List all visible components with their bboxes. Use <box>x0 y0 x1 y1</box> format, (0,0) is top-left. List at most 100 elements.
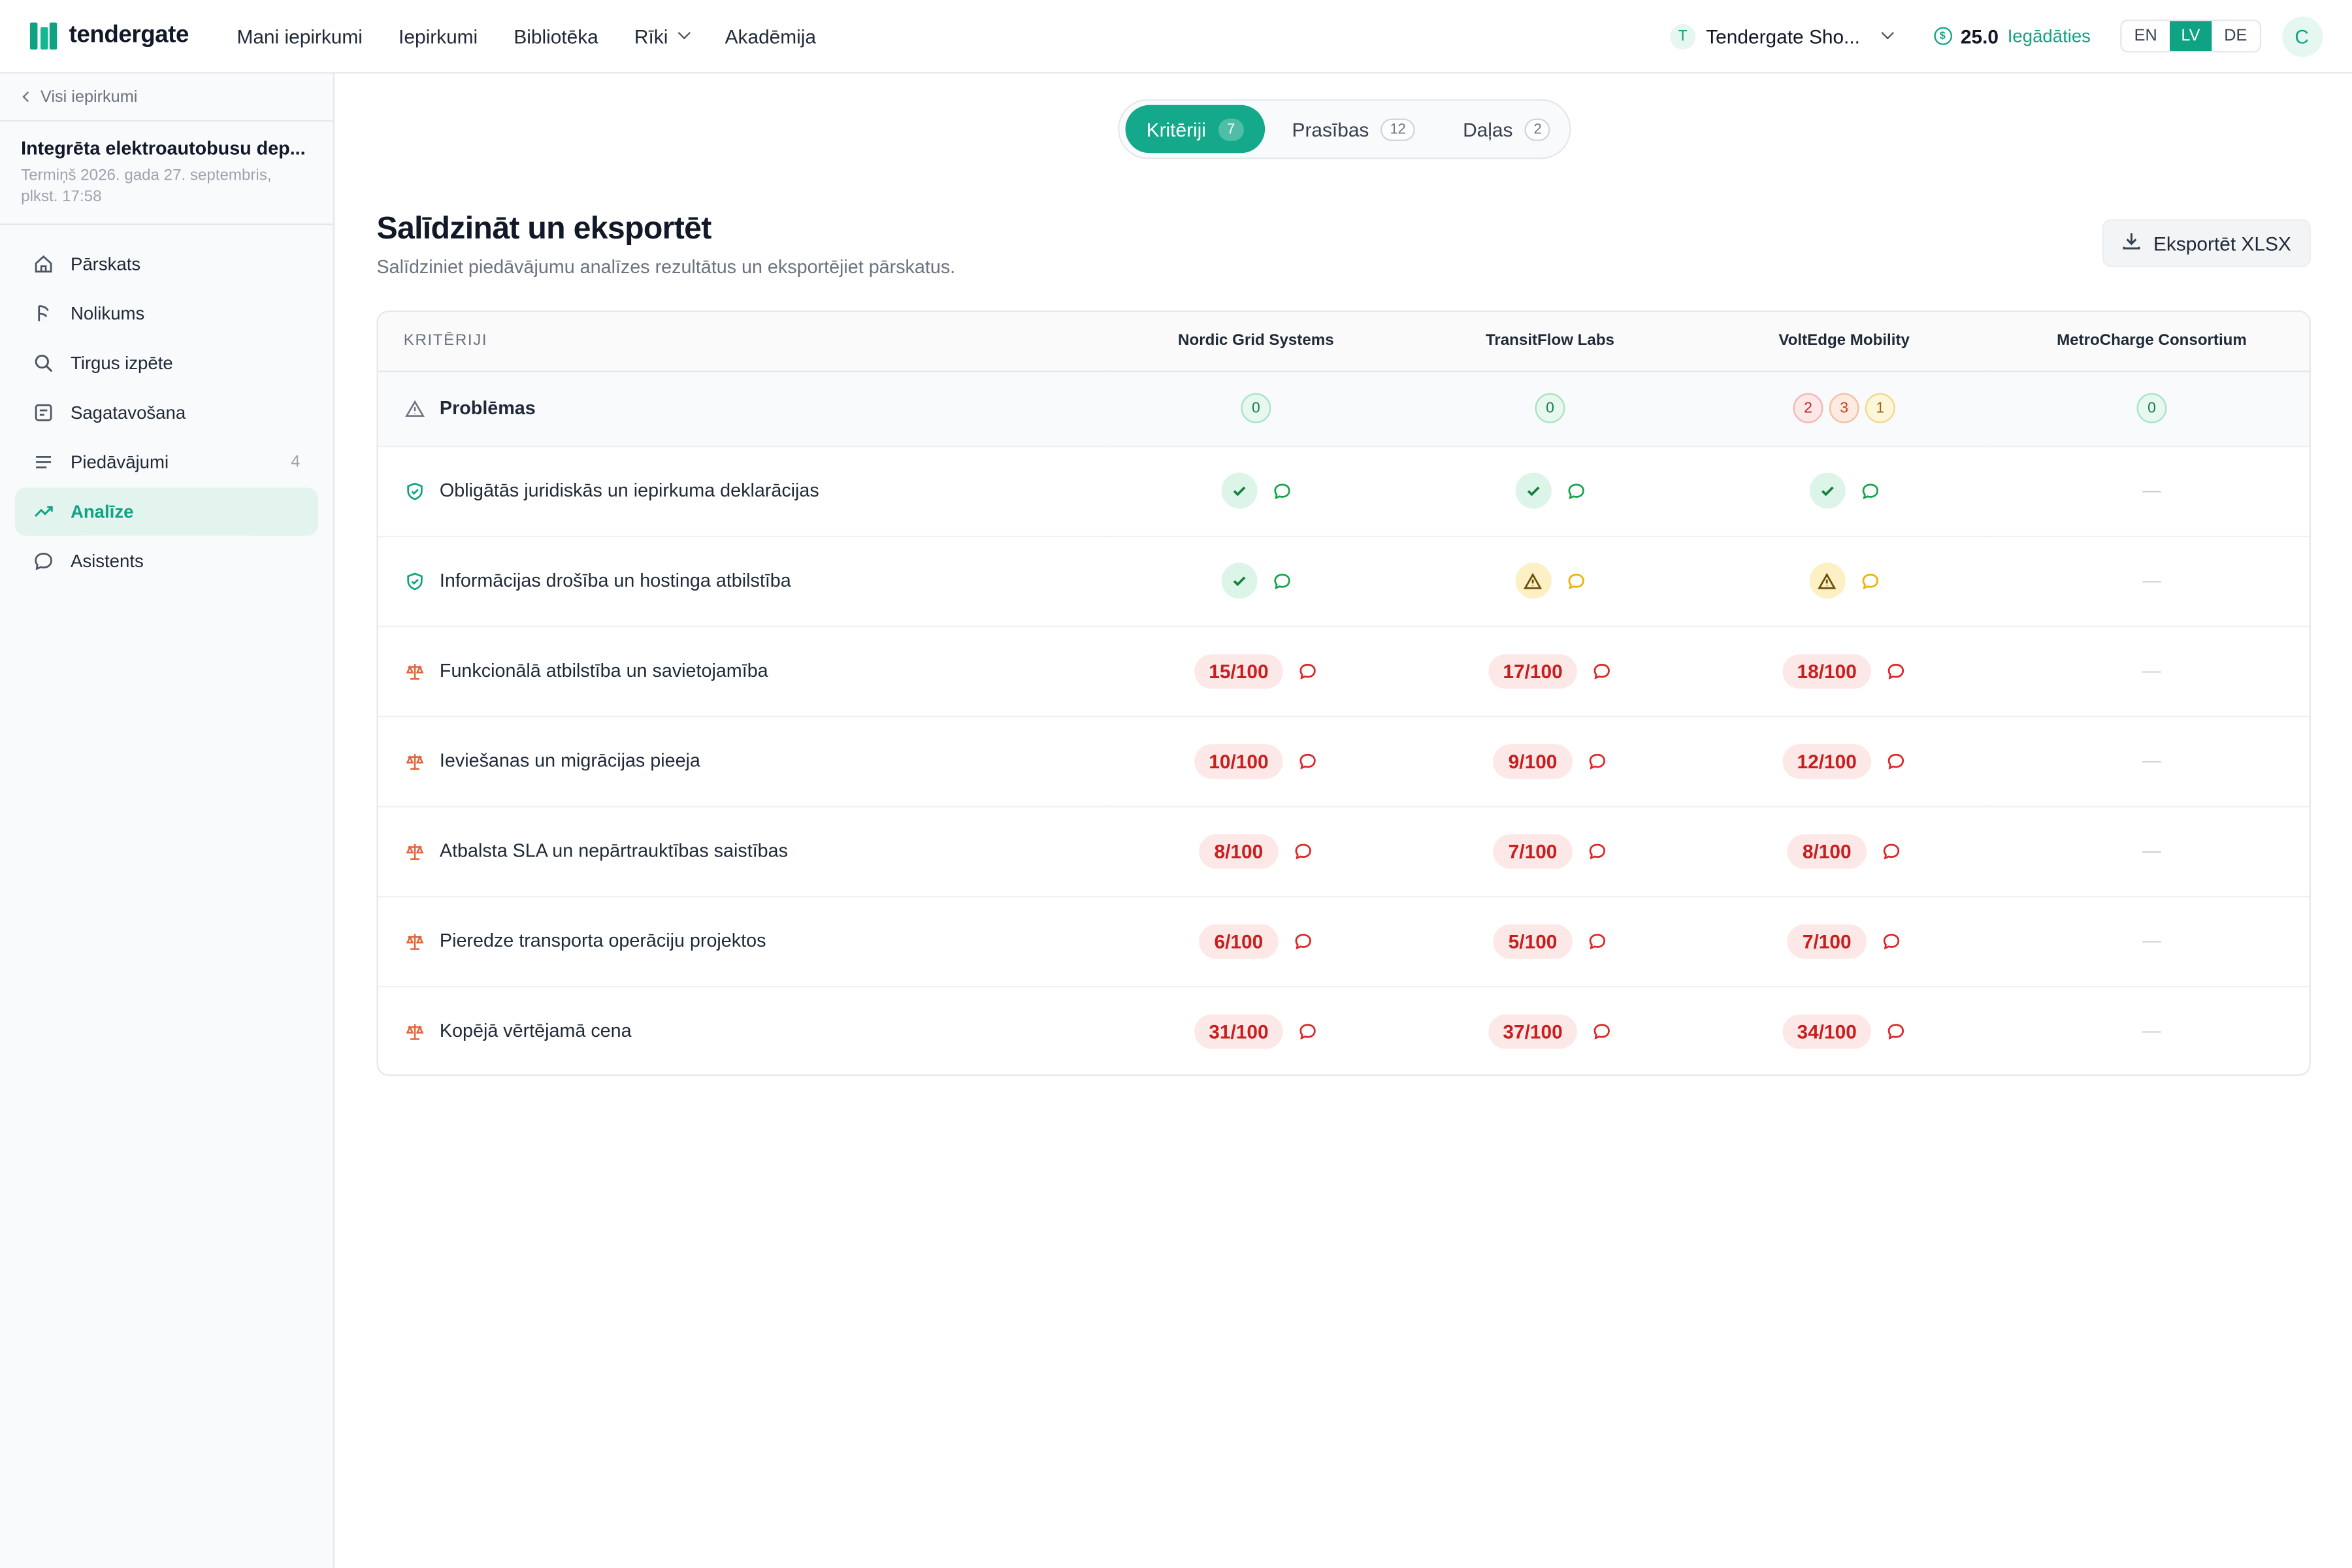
comment-icon[interactable] <box>1566 571 1586 591</box>
tab-criteria[interactable]: Kritēriji 7 <box>1125 105 1266 154</box>
org-switcher[interactable]: T Tendergate Sho... <box>1670 23 1894 49</box>
comment-icon[interactable] <box>1593 661 1612 681</box>
lang-en[interactable]: EN <box>2122 21 2169 51</box>
table-row: Obligātās juridiskās un iepirkuma deklar… <box>378 446 2310 537</box>
nav-item-academy[interactable]: Akadēmija <box>725 25 816 47</box>
comment-icon[interactable] <box>1299 661 1318 681</box>
comment-icon[interactable] <box>1860 481 1880 500</box>
empty-value: — <box>2142 660 2161 681</box>
score-cell: 8/100 <box>1109 806 1403 897</box>
comment-icon[interactable] <box>1887 661 1906 681</box>
check-icon <box>1808 472 1845 509</box>
nav-item-tools[interactable]: Rīki <box>634 24 691 48</box>
back-link[interactable]: Visi iepirkumi <box>0 74 333 122</box>
issue-count-badge[interactable]: 0 <box>2136 393 2167 423</box>
sidebar-item-label: Nolikums <box>70 302 145 325</box>
score-cell <box>1697 535 1991 627</box>
sidebar-item-market-research[interactable]: Tirgus izpēte <box>15 339 318 387</box>
chat-icon <box>33 551 54 572</box>
score-cell: 5/100 <box>1403 896 1697 987</box>
nav-item-tenders[interactable]: Iepirkumi <box>399 25 478 47</box>
lang-lv[interactable]: LV <box>2169 21 2212 52</box>
empty-value: — <box>2142 930 2161 952</box>
comment-icon[interactable] <box>1882 841 1901 860</box>
issue-count-badge[interactable]: 0 <box>1241 393 1271 423</box>
cell-content: 17/100 <box>1488 653 1612 689</box>
comment-icon[interactable] <box>1587 931 1607 951</box>
score-cell: 37/100 <box>1403 986 1697 1075</box>
sidebar-item-label: Pārskats <box>70 253 141 275</box>
comment-icon[interactable] <box>1860 571 1880 591</box>
tab-label: Prasības <box>1292 118 1369 140</box>
comment-icon[interactable] <box>1566 481 1586 500</box>
issue-count-badge[interactable]: 3 <box>1829 393 1859 423</box>
org-name: Tendergate Sho... <box>1706 24 1860 48</box>
brand-logo[interactable]: tendergate <box>29 22 189 50</box>
tab-count: 2 <box>1524 118 1551 140</box>
tab-label: Daļas <box>1463 118 1513 140</box>
cell-content: 8/100 <box>1787 833 1901 868</box>
comment-icon[interactable] <box>1593 1021 1612 1041</box>
cell-content <box>1514 563 1586 599</box>
comment-icon[interactable] <box>1299 751 1318 770</box>
sidebar-item-label: Tirgus izpēte <box>70 352 173 374</box>
comment-icon[interactable] <box>1293 931 1313 951</box>
export-xlsx-button[interactable]: Eksportēt XLSX <box>2102 219 2311 267</box>
comment-icon[interactable] <box>1271 571 1291 591</box>
lang-de[interactable]: DE <box>2212 21 2259 51</box>
criterion-label: Ieviešanas un migrācijas pieeja <box>439 750 700 772</box>
cell-content: 9/100 <box>1493 743 1607 778</box>
page-title: Salīdzināt un eksportēt <box>376 211 711 246</box>
criterion-name: Problēmas <box>405 398 1109 419</box>
table-row: Pieredze transporta operāciju projektos 6… <box>378 896 2310 987</box>
tab-requirements[interactable]: Prasības 12 <box>1271 105 1435 153</box>
score-badge: 9/100 <box>1493 743 1573 778</box>
comment-icon[interactable] <box>1587 751 1607 770</box>
comment-icon[interactable] <box>1271 481 1291 500</box>
score-cell <box>1109 446 1403 537</box>
sidebar-item-offers[interactable]: Piedāvājumi 4 <box>15 438 318 486</box>
comment-icon[interactable] <box>1299 1021 1318 1041</box>
issue-count-badge[interactable]: 0 <box>1535 393 1565 423</box>
criterion-name: Pieredze transporta operāciju projektos <box>405 930 1109 951</box>
issue-count-badge[interactable]: 2 <box>1793 393 1823 423</box>
issue-count-badge[interactable]: 1 <box>1865 393 1895 423</box>
cell-content: 31/100 <box>1194 1013 1318 1049</box>
comment-icon[interactable] <box>1587 841 1607 860</box>
download-icon <box>2122 231 2142 255</box>
cell-content: 15/100 <box>1194 653 1318 689</box>
nav-item-tools-label: Rīki <box>634 24 668 48</box>
comment-icon[interactable] <box>1293 841 1313 860</box>
nav-item-my-tenders[interactable]: Mani iepirkumi <box>237 25 362 47</box>
sidebar-item-preparation[interactable]: Sagatavošana <box>15 389 318 436</box>
vendor-column-header: TransitFlow Labs <box>1403 312 1697 372</box>
score-badge: 8/100 <box>1199 833 1279 868</box>
search-icon <box>33 353 54 374</box>
comment-icon[interactable] <box>1882 931 1901 951</box>
score-cell: 15/100 <box>1109 625 1403 717</box>
sidebar-item-assistant[interactable]: Asistents <box>15 537 318 585</box>
cell-content <box>1220 472 1291 509</box>
buy-credits-link[interactable]: Iegādāties <box>2008 25 2091 46</box>
sidebar-item-regulations[interactable]: Nolikums <box>15 289 318 337</box>
score-cell <box>1403 446 1697 537</box>
sidebar-menu: Pārskats Nolikums Tirgus izpēte Sagatavo… <box>0 225 333 602</box>
scale-icon <box>405 1021 425 1041</box>
scale-icon <box>405 661 425 681</box>
score-badge: 7/100 <box>1787 923 1867 958</box>
sidebar-item-label: Asistents <box>70 550 144 572</box>
scale-icon <box>405 751 425 770</box>
problems-count-cell: 0 <box>1403 370 1697 447</box>
cell-content: 7/100 <box>1493 833 1607 868</box>
score-badge: 31/100 <box>1194 1013 1284 1049</box>
comment-icon[interactable] <box>1887 751 1906 770</box>
tab-lots[interactable]: Daļas 2 <box>1442 105 1572 153</box>
sidebar: Visi iepirkumi Integrēta elektroautobusu… <box>0 73 335 1568</box>
nav-item-library[interactable]: Bibliotēka <box>514 25 598 47</box>
sidebar-item-label: Piedāvājumi <box>70 451 169 473</box>
sidebar-item-analysis[interactable]: Analīze <box>14 487 318 536</box>
comment-icon[interactable] <box>1887 1021 1906 1041</box>
user-avatar[interactable]: C <box>2281 16 2323 57</box>
sidebar-item-overview[interactable]: Pārskats <box>15 240 318 287</box>
score-badge: 10/100 <box>1194 743 1284 778</box>
